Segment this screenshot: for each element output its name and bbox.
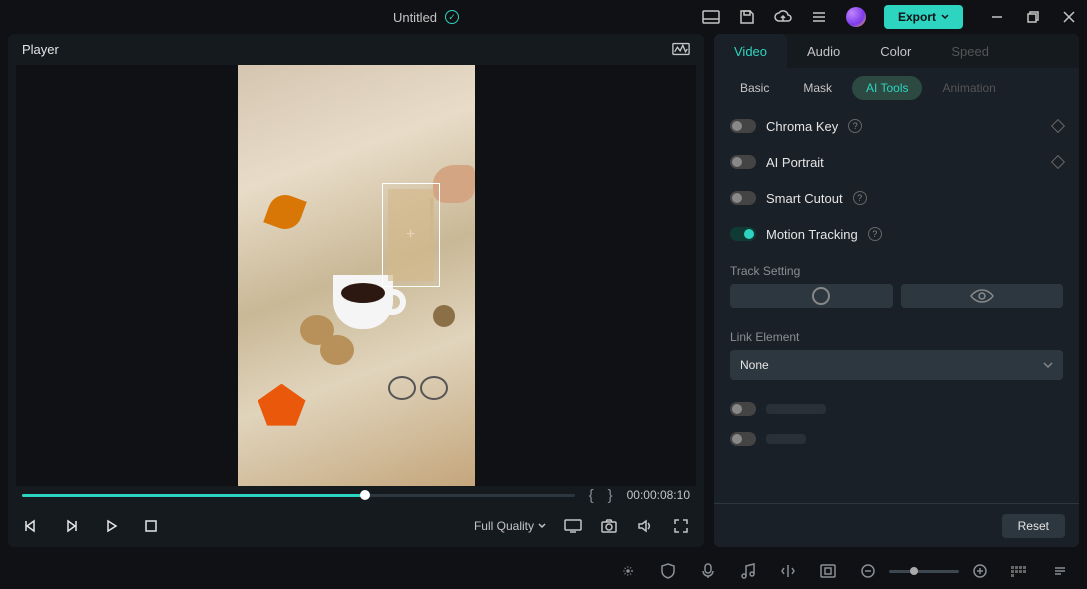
keyframe-icon[interactable] <box>1051 119 1065 133</box>
music-icon[interactable] <box>739 563 757 579</box>
crop-icon[interactable] <box>819 563 837 579</box>
subtab-mask[interactable]: Mask <box>789 76 846 100</box>
player-stage[interactable] <box>16 65 696 486</box>
screen-icon[interactable] <box>564 518 582 534</box>
enhance-icon[interactable] <box>619 563 637 579</box>
project-title: Untitled <box>393 10 437 25</box>
play-icon[interactable] <box>102 518 120 534</box>
link-element-select[interactable]: None <box>730 350 1063 380</box>
volume-icon[interactable] <box>636 518 654 534</box>
prev-frame-icon[interactable] <box>22 518 40 534</box>
player-panel: Player { } 00:00:08:10 <box>8 34 704 547</box>
stop-icon[interactable] <box>142 518 160 534</box>
shield-icon[interactable] <box>659 563 677 579</box>
avatar[interactable] <box>846 7 866 27</box>
keyframe-icon[interactable] <box>1051 155 1065 169</box>
snapshot-icon[interactable] <box>600 518 618 534</box>
marker-icon[interactable] <box>779 563 797 579</box>
player-label: Player <box>22 42 59 57</box>
close-icon[interactable] <box>1061 9 1077 25</box>
subtab-basic[interactable]: Basic <box>726 76 783 100</box>
video-canvas[interactable] <box>238 65 475 486</box>
help-icon[interactable]: ? <box>868 227 882 241</box>
smart-cutout-label: Smart Cutout <box>766 191 843 206</box>
chroma-key-toggle[interactable] <box>730 119 756 133</box>
export-button[interactable]: Export <box>884 5 963 29</box>
subtab-ai-tools[interactable]: AI Tools <box>852 76 922 100</box>
inspector-panel: Video Audio Color Speed Basic Mask AI To… <box>714 34 1079 547</box>
link-element-label: Link Element <box>714 318 1079 350</box>
waveform-icon[interactable] <box>672 41 690 57</box>
help-icon[interactable]: ? <box>848 119 862 133</box>
track-visibility-button[interactable] <box>901 284 1064 308</box>
zoom-out-icon[interactable] <box>859 563 877 579</box>
smart-cutout-toggle[interactable] <box>730 191 756 205</box>
layout-icon[interactable] <box>702 9 720 25</box>
quality-select[interactable]: Full Quality <box>474 519 546 533</box>
menu-icon[interactable] <box>810 9 828 25</box>
tab-video[interactable]: Video <box>714 34 787 68</box>
timeline-toolbar <box>0 553 1087 589</box>
next-frame-icon[interactable] <box>62 518 80 534</box>
saved-check-icon <box>445 10 459 24</box>
reset-button[interactable]: Reset <box>1002 514 1065 538</box>
tab-color[interactable]: Color <box>860 34 931 68</box>
motion-tracking-toggle[interactable] <box>730 227 756 241</box>
disabled-toggle <box>730 402 756 416</box>
titlebar: Untitled Export <box>0 0 1087 34</box>
fullscreen-icon[interactable] <box>672 518 690 534</box>
chroma-key-label: Chroma Key <box>766 119 838 134</box>
timecode: 00:00:08:10 <box>627 488 690 502</box>
tab-audio[interactable]: Audio <box>787 34 860 68</box>
ai-portrait-toggle[interactable] <box>730 155 756 169</box>
disabled-toggle <box>730 432 756 446</box>
motion-tracker-box[interactable] <box>382 183 440 287</box>
save-icon[interactable] <box>738 9 756 25</box>
scrub-thumb[interactable] <box>360 490 370 500</box>
maximize-icon[interactable] <box>1025 9 1041 25</box>
mic-icon[interactable] <box>699 563 717 579</box>
mark-out-icon[interactable]: } <box>608 487 613 504</box>
cloud-icon[interactable] <box>774 9 792 25</box>
grid-view-icon[interactable] <box>1011 566 1029 577</box>
list-collapse-icon[interactable] <box>1051 563 1069 579</box>
track-size-slider[interactable] <box>730 284 893 308</box>
help-icon[interactable]: ? <box>853 191 867 205</box>
tab-speed: Speed <box>931 34 1009 68</box>
mark-in-icon[interactable]: { <box>589 487 594 504</box>
subtab-animation: Animation <box>928 76 1009 100</box>
scrub-track[interactable] <box>22 494 575 497</box>
zoom-in-icon[interactable] <box>971 563 989 579</box>
ai-portrait-label: AI Portrait <box>766 155 824 170</box>
motion-tracking-label: Motion Tracking <box>766 227 858 242</box>
minimize-icon[interactable] <box>989 9 1005 25</box>
track-setting-label: Track Setting <box>714 252 1079 284</box>
zoom-slider[interactable] <box>889 570 959 573</box>
